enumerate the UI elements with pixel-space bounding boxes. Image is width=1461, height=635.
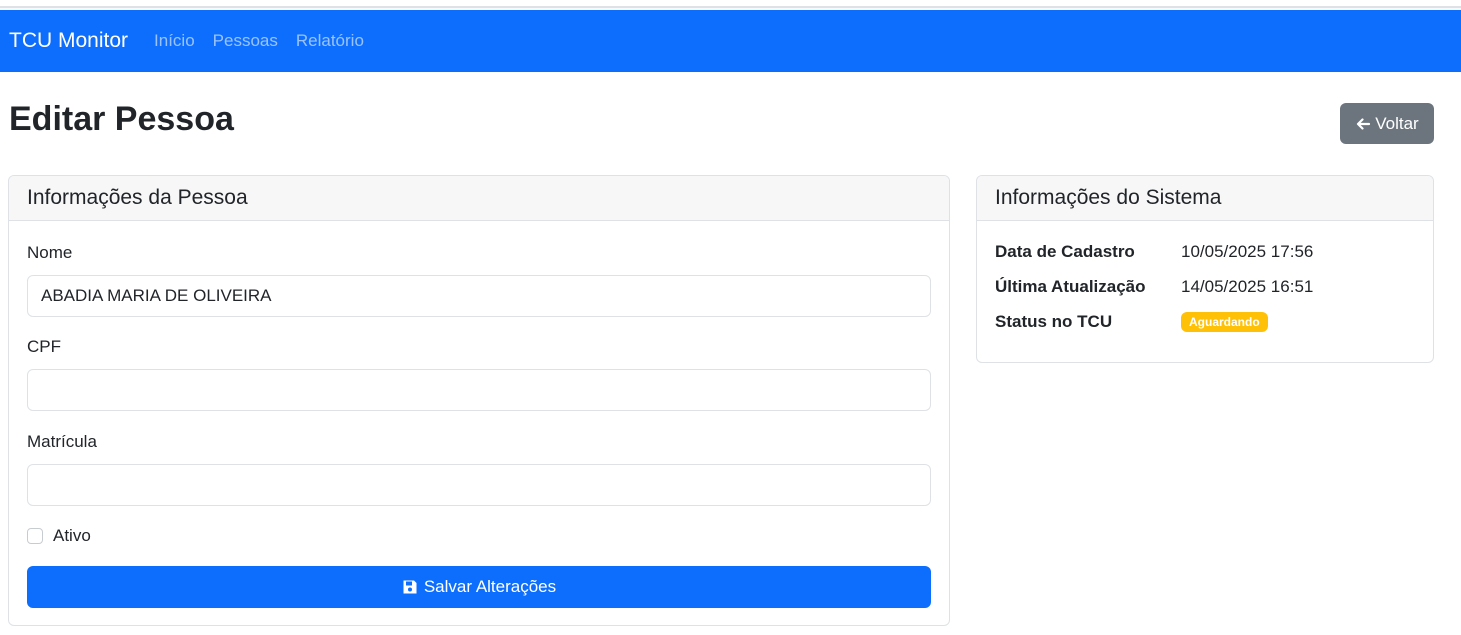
nav-link-relatorio[interactable]: Relatório xyxy=(296,31,364,51)
nome-input[interactable] xyxy=(27,275,931,317)
system-info-card: Informações do Sistema Data de Cadastro … xyxy=(976,175,1434,363)
page-title: Editar Pessoa xyxy=(9,100,234,138)
cpf-input[interactable] xyxy=(27,369,931,411)
nav-link-inicio[interactable]: Início xyxy=(154,31,195,51)
info-row-status-tcu: Status no TCU Aguardando xyxy=(995,312,1268,332)
person-info-card-header: Informações da Pessoa xyxy=(9,176,949,221)
matricula-input[interactable] xyxy=(27,464,931,506)
data-cadastro-value: 10/05/2025 17:56 xyxy=(1181,242,1314,261)
ativo-checkbox[interactable] xyxy=(27,528,43,544)
matricula-label: Matrícula xyxy=(27,432,97,451)
back-button[interactable]: Voltar xyxy=(1340,103,1434,144)
status-tcu-key: Status no TCU xyxy=(995,312,1113,331)
save-button-label: Salvar Alterações xyxy=(423,577,557,596)
nome-label: Nome xyxy=(27,243,73,262)
status-badge: Aguardando xyxy=(1181,312,1268,332)
ativo-checkbox-group: Ativo xyxy=(27,526,91,546)
navbar-brand[interactable]: TCU Monitor xyxy=(9,29,128,53)
save-button[interactable]: Salvar Alterações xyxy=(27,566,931,608)
ativo-label: Ativo xyxy=(53,526,91,545)
info-row-data-cadastro: Data de Cadastro 10/05/2025 17:56 xyxy=(995,242,1313,262)
ultima-atualizacao-value: 14/05/2025 16:51 xyxy=(1181,277,1314,296)
info-row-ultima-atualizacao: Última Atualização 14/05/2025 16:51 xyxy=(995,277,1313,297)
browser-top-edge xyxy=(0,0,1461,10)
ultima-atualizacao-key: Última Atualização xyxy=(995,277,1146,296)
back-button-label: Voltar xyxy=(1375,113,1419,133)
cpf-label: CPF xyxy=(27,337,61,356)
data-cadastro-key: Data de Cadastro xyxy=(995,242,1135,261)
floppy-disk-icon xyxy=(403,580,417,594)
person-info-card: Informações da Pessoa Nome CPF Matrícula… xyxy=(8,175,950,626)
arrow-left-icon xyxy=(1357,117,1371,130)
nav-link-pessoas[interactable]: Pessoas xyxy=(213,31,278,51)
system-info-card-header: Informações do Sistema xyxy=(977,176,1433,221)
navbar: TCU Monitor Início Pessoas Relatório xyxy=(0,10,1461,72)
